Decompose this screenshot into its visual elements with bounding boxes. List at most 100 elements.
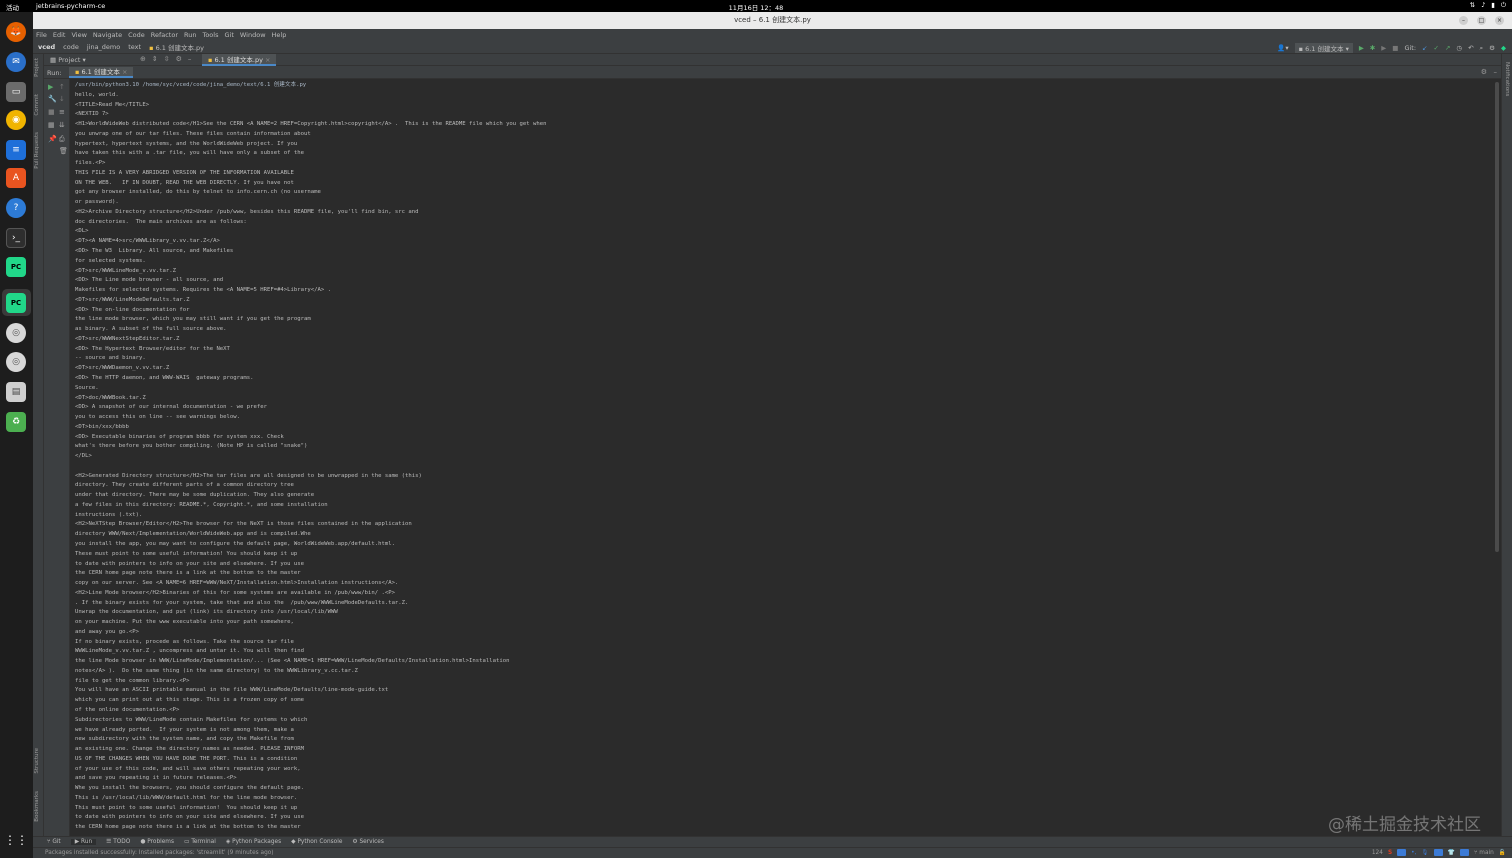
pycharm-running-icon[interactable]: PC <box>6 293 26 313</box>
tab-run[interactable]: ▶ Run <box>70 839 97 845</box>
help-icon[interactable]: ? <box>6 198 26 218</box>
pin-icon[interactable]: 📌 <box>48 135 57 143</box>
menu-help[interactable]: Help <box>272 31 287 39</box>
lock-icon[interactable]: 🔓 <box>1499 850 1506 856</box>
breadcrumb-text[interactable]: text <box>128 43 141 51</box>
tab-pull-requests[interactable]: Pull Requests <box>34 132 40 169</box>
punctuation-icon[interactable]: •, <box>1411 850 1416 856</box>
search-icon[interactable]: ⌕ <box>1480 44 1484 53</box>
menu-tools[interactable]: Tools <box>202 31 218 39</box>
breadcrumb-code[interactable]: code <box>63 43 79 51</box>
expand-all-icon[interactable]: ⇕ <box>152 55 158 63</box>
system-tray[interactable]: ⇅ ♪ ▮ ⏻ <box>1470 1 1506 10</box>
software-center-icon[interactable]: A <box>6 168 26 188</box>
coverage-icon[interactable]: ▶ <box>1381 44 1386 52</box>
menu-refactor[interactable]: Refactor <box>151 31 178 39</box>
close-run-tab-icon[interactable]: × <box>122 68 127 76</box>
menu-run[interactable]: Run <box>184 31 196 39</box>
hide-panel-icon[interactable]: – <box>188 55 192 63</box>
layout-icon[interactable]: ▦ <box>48 121 55 129</box>
cursor-position[interactable]: 124 <box>1372 850 1383 856</box>
stop-run-icon[interactable]: ■ <box>48 108 55 116</box>
files-icon[interactable]: ▭ <box>6 82 26 102</box>
terminal-icon[interactable]: ›_ <box>6 228 26 248</box>
tab-problems[interactable]: ● Problems <box>140 839 174 845</box>
soft-wrap-icon[interactable]: ≡ <box>59 108 66 116</box>
scroll-end-icon[interactable]: ⇊ <box>59 121 66 129</box>
clear-icon[interactable]: 🗑 <box>59 147 68 155</box>
tab-commit[interactable]: Commit <box>34 94 40 116</box>
close-icon[interactable]: × <box>1495 16 1504 25</box>
print-icon[interactable]: ⎙ <box>59 135 66 143</box>
rhythmbox-icon[interactable]: ◉ <box>6 110 26 130</box>
git-update-icon[interactable]: ↙ <box>1422 44 1427 52</box>
user-icon[interactable]: 👤▾ <box>1277 44 1288 52</box>
input-method-icon[interactable]: S <box>1388 850 1392 856</box>
git-history-icon[interactable]: ◷ <box>1456 44 1462 52</box>
up-icon[interactable]: ↑ <box>59 83 66 91</box>
run-tab[interactable]: ▪ 6.1 创建文本 × <box>69 67 134 78</box>
menu-code[interactable]: Code <box>128 31 145 39</box>
rollback-icon[interactable]: ↶ <box>1468 44 1473 52</box>
ide-logo-icon[interactable]: ◆ <box>1501 44 1506 52</box>
keyboard-icon[interactable] <box>1397 849 1407 856</box>
minimize-icon[interactable]: – <box>1459 16 1468 25</box>
pycharm-icon[interactable]: PC <box>6 257 26 277</box>
close-tab-icon[interactable]: × <box>265 56 270 64</box>
menu-edit[interactable]: Edit <box>53 31 66 39</box>
toolbox-icon[interactable] <box>1433 849 1443 856</box>
stop-icon[interactable]: ■ <box>1392 44 1398 52</box>
menu-git[interactable]: Git <box>224 31 233 39</box>
project-selector[interactable]: ▦ Project ▾ <box>50 56 86 64</box>
clock[interactable]: 11月16日 12：48 <box>0 2 1512 12</box>
tab-structure[interactable]: Structure <box>34 748 40 774</box>
collapse-all-icon[interactable]: ⇳ <box>164 55 170 63</box>
grid-icon[interactable] <box>1459 849 1469 856</box>
firefox-icon[interactable]: 🦊 <box>6 22 26 42</box>
tab-project[interactable]: Project <box>34 58 40 77</box>
tab-python-console[interactable]: ◆ Python Console <box>291 839 342 845</box>
editor-tab[interactable]: ▪ 6.1 创建文本.py × <box>202 54 277 66</box>
drive-icon[interactable]: ▤ <box>6 382 26 402</box>
maximize-icon[interactable]: □ <box>1477 16 1486 25</box>
breadcrumb-file[interactable]: ▪ 6.1 创建文本.py <box>149 42 204 52</box>
disc-icon[interactable]: ◎ <box>6 323 26 343</box>
menu-file[interactable]: File <box>36 31 47 39</box>
run-console[interactable]: /usr/bin/python3.10 /home/syc/vced/code/… <box>70 79 1495 836</box>
libreoffice-writer-icon[interactable]: ≡ <box>6 140 26 160</box>
breadcrumb-project[interactable]: vced <box>38 43 55 51</box>
options-icon[interactable]: ⚙ <box>176 55 182 63</box>
run-icon[interactable]: ▶ <box>1359 44 1364 52</box>
locate-icon[interactable]: ⊕ <box>140 55 146 63</box>
tab-todo[interactable]: ☰ TODO <box>106 839 130 845</box>
hide-run-icon[interactable]: – <box>1494 68 1498 76</box>
tab-git[interactable]: ⑂ Git <box>47 839 61 845</box>
thunderbird-icon[interactable]: ✉ <box>6 52 26 72</box>
branch-indicator[interactable]: ⑂ main <box>1474 850 1494 856</box>
tab-bookmarks[interactable]: Bookmarks <box>34 791 40 822</box>
wrench-icon[interactable]: 🔧 <box>48 95 57 103</box>
run-settings-icon[interactable]: ⚙ <box>1481 68 1487 76</box>
shirt-icon[interactable]: 👕 <box>1448 850 1455 856</box>
git-push-icon[interactable]: ↗ <box>1445 44 1450 52</box>
disc-icon-2[interactable]: ◎ <box>6 352 26 372</box>
trash-icon[interactable]: ♻ <box>6 412 26 432</box>
microphone-icon[interactable]: 🎙 <box>1421 850 1428 856</box>
git-commit-icon[interactable]: ✓ <box>1434 44 1439 52</box>
show-apps-icon[interactable]: ⋮⋮ <box>4 830 28 850</box>
down-icon[interactable]: ↓ <box>59 95 66 103</box>
menu-navigate[interactable]: Navigate <box>93 31 122 39</box>
debug-icon[interactable]: ✱ <box>1370 44 1375 52</box>
tab-services[interactable]: ⚙ Services <box>352 839 384 845</box>
status-message[interactable]: Packages installed successfully: Install… <box>45 850 274 856</box>
run-config-selector[interactable]: ▪ 6.1 创建文本 ▾ <box>1294 43 1353 53</box>
menu-window[interactable]: Window <box>240 31 266 39</box>
tab-python-packages[interactable]: ◈ Python Packages <box>226 839 281 845</box>
tab-notifications[interactable]: Notifications <box>1504 62 1510 96</box>
window-title-bar[interactable]: vced – 6.1 创建文本.py – □ × <box>33 12 1512 29</box>
console-scrollbar[interactable] <box>1495 82 1499 552</box>
settings-icon[interactable]: ⚙ <box>1489 44 1495 52</box>
menu-view[interactable]: View <box>71 31 86 39</box>
rerun-icon[interactable]: ▶ <box>48 83 55 91</box>
tab-terminal[interactable]: ▭ Terminal <box>184 839 216 845</box>
